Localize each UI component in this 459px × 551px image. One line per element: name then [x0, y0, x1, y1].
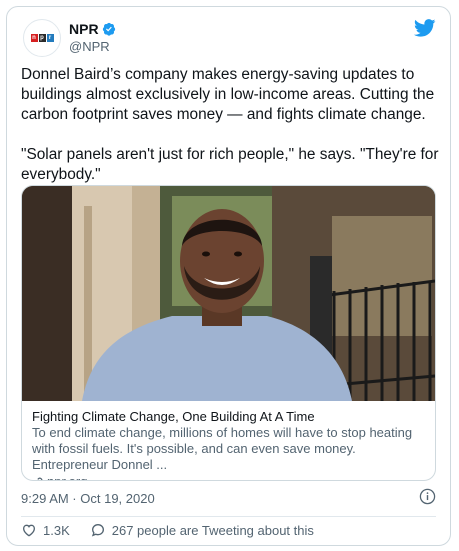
link-icon [35, 477, 43, 480]
info-icon[interactable] [419, 488, 436, 505]
author-name-row[interactable]: NPR [69, 21, 116, 37]
logo-letter-n: n [30, 34, 38, 42]
tweet-timestamp[interactable]: 9:29 AM · Oct 19, 2020 [21, 491, 155, 506]
tweet-card: n p r NPR @NPR Donnel Baird’s company ma… [6, 6, 451, 546]
link-domain-row[interactable]: npr.org [32, 473, 427, 480]
verified-badge-icon [102, 22, 115, 36]
author-handle[interactable]: @NPR [69, 39, 110, 54]
author-name[interactable]: NPR [69, 21, 99, 37]
link-card[interactable]: Fighting Climate Change, One Building At… [21, 185, 436, 481]
link-meta: Fighting Climate Change, One Building At… [32, 409, 427, 480]
heart-icon [22, 524, 36, 537]
npr-logo: n p r [30, 34, 54, 42]
link-domain[interactable]: npr.org [47, 473, 87, 480]
like-button[interactable]: 1.3K [21, 522, 70, 538]
conversation-button[interactable]: 267 people are Tweeting about this [90, 522, 314, 538]
like-count: 1.3K [43, 522, 70, 538]
comment-icon [91, 523, 104, 537]
talking-text: 267 people are Tweeting about this [111, 522, 314, 538]
tweet-text: Donnel Baird’s company makes energy-savi… [21, 66, 439, 183]
twitter-bird-icon[interactable] [414, 19, 436, 37]
logo-letter-r: r [46, 34, 54, 42]
tweet-actions: 1.3K 267 people are Tweeting about this [21, 522, 334, 538]
article-photo [22, 186, 435, 401]
divider [21, 516, 436, 517]
avatar[interactable]: n p r [23, 19, 61, 57]
logo-letter-p: p [38, 34, 46, 42]
link-title[interactable]: Fighting Climate Change, One Building At… [32, 409, 427, 425]
link-description: To end climate change, millions of homes… [32, 425, 413, 472]
